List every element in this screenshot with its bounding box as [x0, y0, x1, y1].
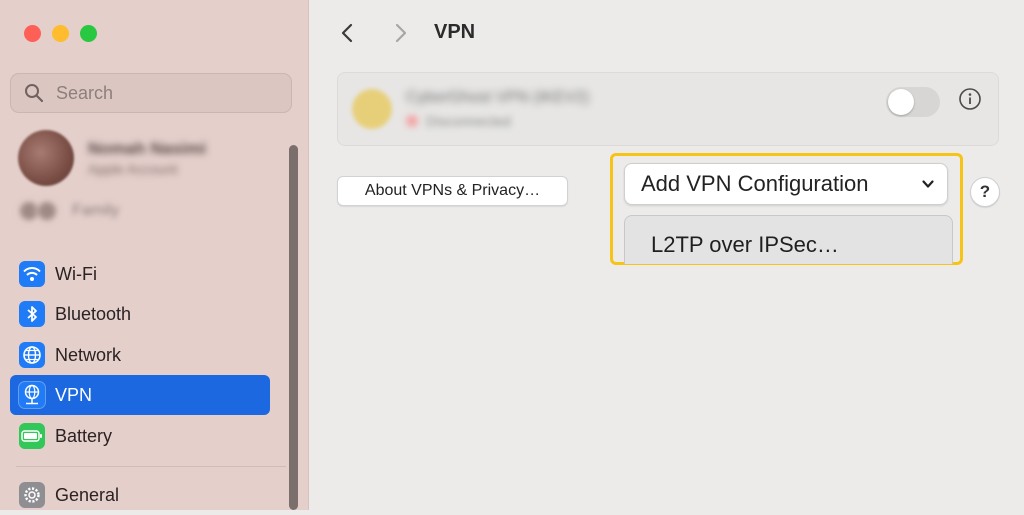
- vpn-connection-row: CyberGhost VPN (IKEV2) Disconnected: [337, 72, 999, 146]
- search-icon: [25, 84, 44, 103]
- minimize-button[interactable]: [52, 25, 69, 42]
- sidebar-item-wifi[interactable]: Wi-Fi: [10, 254, 270, 294]
- sidebar-item-label: VPN: [55, 384, 93, 405]
- sidebar-divider: [16, 466, 286, 467]
- sidebar-item-bluetooth[interactable]: Bluetooth: [10, 294, 270, 334]
- vpn-status: Disconnected: [406, 113, 511, 129]
- dropdown-menu: L2TP over IPSec…: [624, 215, 953, 264]
- chevron-right-icon[interactable]: [389, 22, 411, 44]
- search-placeholder: Search: [56, 82, 114, 103]
- status-dot-icon: [406, 115, 418, 127]
- page-title: VPN: [434, 21, 476, 43]
- bluetooth-icon: [19, 301, 45, 327]
- sidebar-scrollbar[interactable]: [289, 145, 298, 510]
- account-name: Nomah Nasimi: [88, 139, 207, 158]
- vpn-app-icon: [352, 89, 392, 129]
- sidebar-item-vpn[interactable]: VPN: [10, 375, 270, 415]
- sidebar-item-network[interactable]: Network: [10, 335, 270, 375]
- avatar: [18, 130, 74, 186]
- sidebar-item-battery[interactable]: Battery: [10, 416, 270, 456]
- account-row[interactable]: Nomah Nasimi Apple Account: [18, 130, 206, 186]
- info-icon[interactable]: [958, 87, 982, 111]
- vpn-connection-name: CyberGhost VPN (IKEV2): [406, 89, 590, 106]
- battery-icon: [19, 423, 45, 449]
- about-vpns-privacy-button[interactable]: About VPNs & Privacy…: [337, 176, 568, 206]
- family-label: Family: [72, 202, 120, 219]
- toggle-knob: [888, 89, 914, 115]
- sidebar-item-label: Bluetooth: [55, 303, 132, 324]
- add-vpn-configuration-label: Add VPN Configuration: [641, 171, 869, 196]
- close-button[interactable]: [24, 25, 41, 42]
- gear-icon: [19, 482, 45, 508]
- add-vpn-configuration-button[interactable]: Add VPN Configuration: [624, 163, 948, 205]
- sidebar-item-general[interactable]: General: [10, 475, 270, 515]
- vpn-toggle[interactable]: [886, 87, 940, 117]
- help-button[interactable]: ?: [970, 177, 1000, 207]
- search-input[interactable]: Search: [10, 73, 292, 113]
- main-pane: VPN CyberGhost VPN (IKEV2) Disconnected …: [309, 0, 1024, 510]
- wifi-icon: [19, 261, 45, 287]
- sidebar: Search Nomah Nasimi Apple Account Family…: [0, 0, 309, 510]
- menu-item-l2tp-over-ipsec[interactable]: L2TP over IPSec…: [651, 232, 952, 258]
- sidebar-item-label: Battery: [55, 425, 113, 446]
- sidebar-item-label: Network: [55, 344, 122, 365]
- sidebar-item-label: General: [55, 484, 120, 505]
- window-controls: [24, 25, 97, 42]
- vpn-status-text: Disconnected: [426, 113, 511, 129]
- vpn-globe-icon: [19, 382, 45, 408]
- chevron-down-icon: [922, 180, 934, 188]
- account-subtitle: Apple Account: [88, 161, 178, 177]
- family-row[interactable]: Family: [18, 200, 119, 222]
- chevron-left-icon[interactable]: [337, 22, 359, 44]
- globe-icon: [19, 342, 45, 368]
- zoom-button[interactable]: [80, 25, 97, 42]
- family-avatar: [36, 200, 58, 222]
- sidebar-item-label: Wi-Fi: [55, 263, 97, 284]
